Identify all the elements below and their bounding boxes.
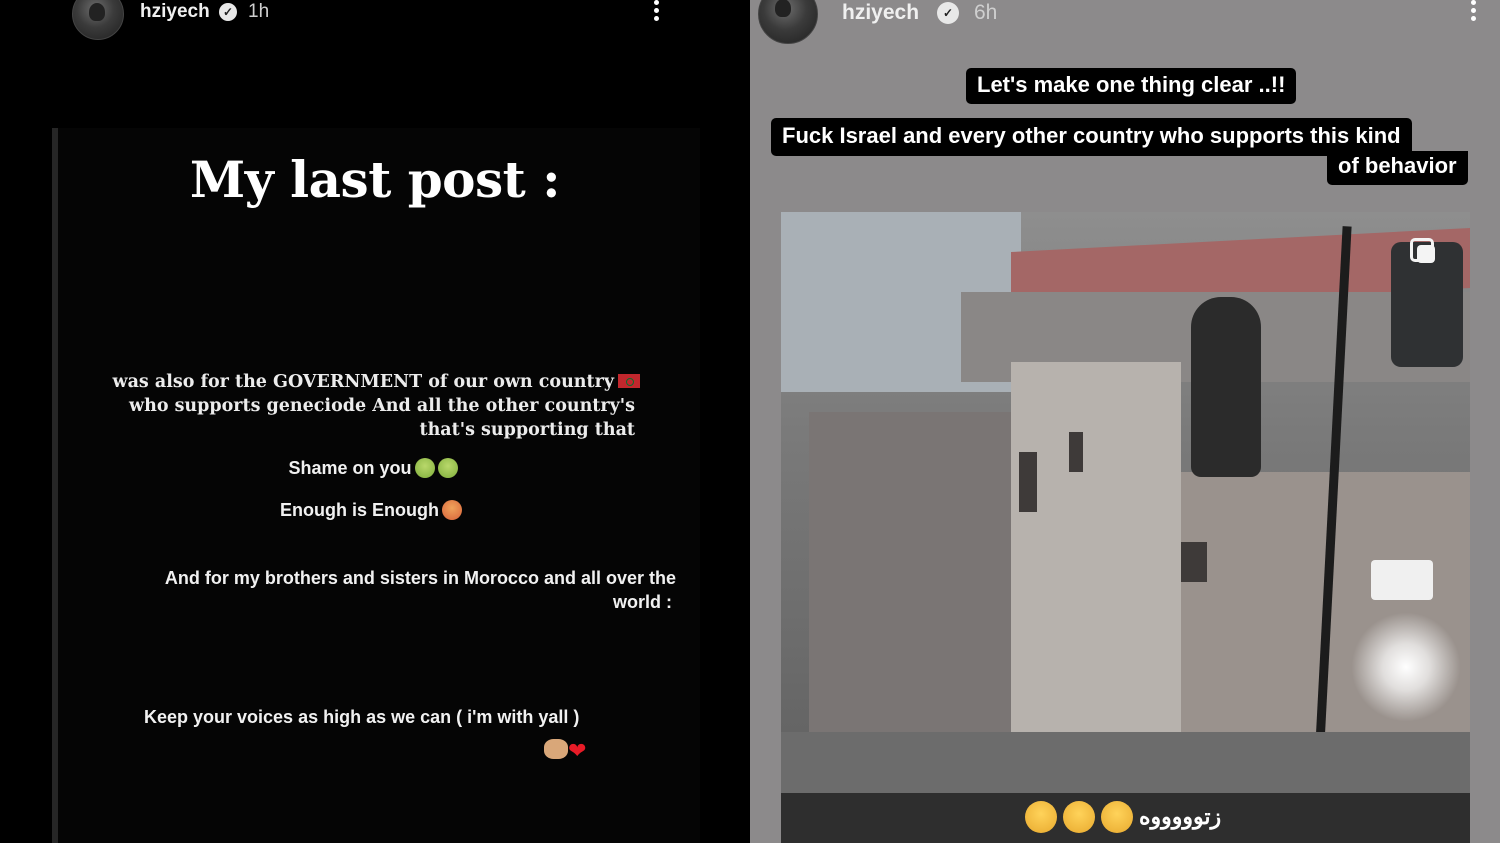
timestamp: 6h (974, 1, 998, 24)
crying-emoji-icon (1063, 801, 1095, 833)
window (1181, 542, 1207, 582)
avatar[interactable] (72, 0, 124, 40)
enough-text: Enough is Enough (280, 500, 439, 520)
soldier-figure (1191, 297, 1261, 477)
brothers-line: And for my brothers and sisters in Moroc… (164, 568, 676, 588)
video-caption-text: زتوووووه (1139, 804, 1222, 829)
brothers-line: world : (613, 592, 672, 612)
username[interactable]: hziyech (842, 1, 919, 25)
caption-clear: Let's make one thing clear ..!! (966, 68, 1297, 104)
crying-emoji-icon (1101, 801, 1133, 833)
story-header: hziyech ✓ 6h (750, 0, 1500, 44)
window (1019, 452, 1037, 512)
multiple-media-icon[interactable] (1410, 238, 1435, 263)
nauseated-emoji-icon (437, 458, 458, 478)
video-caption-bar: زتوووووه (781, 793, 1470, 843)
heart-icon: ❤ (568, 738, 587, 763)
government-paragraph: was also for the GOVERNMENT of our own c… (100, 370, 640, 442)
morocco-flag-icon (618, 374, 640, 388)
praying-hands-icon (544, 739, 568, 759)
right-story-panel: hziyech ✓ 6h Let's make one thing clear … (750, 0, 1500, 843)
verified-badge-icon: ✓ (219, 3, 237, 21)
shame-line: Shame on you (0, 456, 746, 480)
ac-unit (1371, 560, 1433, 600)
voices-line: Keep your voices as high as we can ( i'm… (144, 707, 580, 727)
shame-text: Shame on you (288, 458, 412, 478)
video-player[interactable]: زتوووووه (781, 212, 1470, 843)
enough-line: Enough is Enough (0, 498, 742, 522)
more-options-icon[interactable] (651, 0, 661, 26)
paragraph-line: that's supporting that (419, 420, 636, 440)
left-story-panel: hziyech ✓ 1h My last post : was also for… (0, 0, 750, 843)
username[interactable]: hziyech (140, 1, 210, 23)
more-options-icon[interactable] (1468, 0, 1478, 26)
story-header: hziyech ✓ 1h (0, 0, 750, 40)
window (1069, 432, 1083, 472)
nauseated-emoji-icon (414, 458, 435, 478)
avatar[interactable] (758, 0, 818, 44)
angry-emoji-icon (441, 500, 462, 520)
story-title: My last post : (189, 150, 561, 209)
verified-badge-icon: ✓ (937, 2, 959, 24)
caption-statement-line-2: of behavior (1327, 151, 1468, 185)
timestamp: 1h (248, 1, 270, 22)
emoji-row: ❤ (541, 738, 586, 764)
paragraph-line: was also for the GOVERNMENT of our own c… (112, 372, 614, 392)
light-glow (1351, 612, 1461, 722)
caption-statement-line-1: Fuck Israel and every other country who … (771, 118, 1412, 156)
crying-emoji-icon (1025, 801, 1057, 833)
story-card (52, 128, 700, 843)
paragraph-line: who supports geneciode And all the other… (129, 396, 635, 416)
brothers-paragraph: And for my brothers and sisters in Moroc… (96, 566, 676, 614)
